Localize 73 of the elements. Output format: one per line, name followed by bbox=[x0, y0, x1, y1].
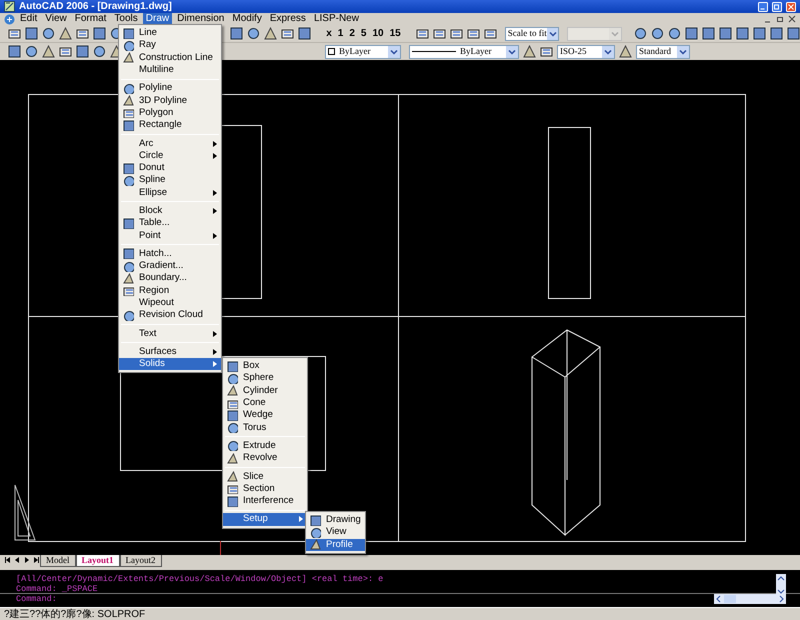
status-bar-text: ?建三??体的?廓?像: SOLPROF bbox=[0, 607, 800, 620]
menu-item[interactable]: Region bbox=[119, 284, 221, 297]
dropdown[interactable]: Scale to fit bbox=[504, 26, 559, 40]
menu-item[interactable]: Cylinder bbox=[223, 384, 307, 397]
layout-tab[interactable]: Layout1 bbox=[76, 555, 120, 567]
menu-item[interactable]: Tools bbox=[111, 13, 141, 25]
menu-item[interactable]: Revision Cloud bbox=[119, 309, 221, 322]
dropdown[interactable]: ByLayer bbox=[409, 44, 519, 58]
menu-item[interactable]: Extrude bbox=[223, 440, 307, 452]
dropdown-value: Standard bbox=[639, 46, 671, 58]
menu-item[interactable]: Donut bbox=[119, 162, 221, 174]
menu-item[interactable]: Edit bbox=[17, 13, 40, 25]
menu-item[interactable]: Spline bbox=[119, 174, 221, 187]
layout-tab[interactable]: Model bbox=[40, 555, 76, 567]
menu-item[interactable]: Line bbox=[119, 27, 221, 40]
toolbar-button[interactable]: 2 bbox=[346, 26, 358, 40]
menu-item[interactable]: View bbox=[306, 526, 365, 539]
menu-item[interactable]: Gradient... bbox=[119, 260, 221, 272]
toolbar-button[interactable]: 1 bbox=[334, 26, 346, 40]
menu-item[interactable]: Point bbox=[119, 229, 221, 242]
menu-item[interactable]: Drawing bbox=[306, 514, 365, 526]
menu-item[interactable]: Express bbox=[266, 13, 309, 25]
menu-item[interactable]: 3D Polyline bbox=[119, 94, 221, 107]
command-prompt[interactable]: Command: bbox=[16, 594, 714, 604]
menu-item[interactable]: Slice bbox=[223, 470, 307, 483]
menu-item[interactable]: Wedge bbox=[223, 409, 307, 422]
dropdown[interactable]: ISO-25 bbox=[557, 44, 615, 58]
menu-item[interactable]: Torus bbox=[223, 421, 307, 434]
menu-item[interactable]: Table... bbox=[119, 217, 221, 230]
menu-item[interactable]: Format bbox=[72, 13, 110, 25]
menu-item[interactable]: Polygon bbox=[119, 106, 221, 120]
dropdown-value: Scale to fit bbox=[508, 28, 547, 40]
dropdown-value: ByLayer bbox=[460, 46, 492, 58]
menu-item[interactable]: Surfaces bbox=[119, 346, 221, 358]
menu-item[interactable]: Wipeout bbox=[119, 296, 221, 310]
dropdown-value: ByLayer bbox=[339, 46, 370, 58]
menu-item[interactable]: Multiline bbox=[119, 64, 221, 76]
layout-tab[interactable]: Layout2 bbox=[120, 555, 162, 567]
menu-item[interactable]: Draw bbox=[142, 13, 172, 25]
menu-item[interactable]: Ellipse bbox=[119, 186, 221, 199]
menu-item[interactable]: Boundary... bbox=[119, 272, 221, 285]
menu-item[interactable]: Circle bbox=[119, 150, 221, 162]
toolbar-button[interactable]: 15 bbox=[386, 26, 404, 40]
menu-item[interactable]: Construction Line bbox=[119, 52, 221, 64]
toolbar-button[interactable]: 10 bbox=[369, 26, 387, 40]
menu-item[interactable]: Revolve bbox=[223, 452, 307, 464]
menu-item[interactable]: Interference bbox=[223, 494, 307, 508]
dropdown[interactable]: Standard bbox=[636, 44, 690, 58]
menu-item[interactable]: Dimension bbox=[174, 13, 228, 25]
command-history-line: Command: _PSPACE bbox=[16, 584, 99, 594]
menu-item[interactable]: Section bbox=[223, 482, 307, 495]
window-title: AutoCAD 2006 - [Drawing1.dwg] bbox=[19, 0, 172, 13]
menu-item[interactable]: Solids bbox=[119, 358, 221, 370]
menu-item[interactable]: Profile bbox=[306, 538, 365, 551]
menu-item[interactable]: Text bbox=[119, 328, 221, 340]
menu-item[interactable]: Hatch... bbox=[119, 248, 221, 260]
toolbar-button[interactable]: 5 bbox=[358, 26, 370, 40]
menu-item[interactable]: Cone bbox=[223, 396, 307, 410]
menu-item[interactable]: Modify bbox=[229, 13, 265, 25]
dropdown[interactable]: ByLayer bbox=[325, 44, 401, 58]
menu-item[interactable]: LISP-New bbox=[310, 13, 362, 25]
menu-item[interactable]: Ray bbox=[119, 39, 221, 52]
menu-item[interactable]: Setup bbox=[223, 513, 307, 526]
menu-item[interactable]: Sphere bbox=[223, 372, 307, 385]
toolbar-button[interactable]: x bbox=[323, 26, 335, 40]
menu-item[interactable]: Arc bbox=[119, 137, 221, 150]
menu-item[interactable]: Polyline bbox=[119, 82, 221, 94]
menu-item[interactable]: Block bbox=[119, 204, 221, 218]
command-history-line: [All/Center/Dynamic/Extents/Previous/Scale/Window/Object] <real time>: e bbox=[16, 574, 384, 584]
menu-item[interactable]: Box bbox=[223, 360, 307, 372]
menu-item[interactable]: View bbox=[42, 13, 70, 25]
dropdown-value: ISO-25 bbox=[560, 46, 586, 58]
menu-item[interactable]: Rectangle bbox=[119, 119, 221, 132]
